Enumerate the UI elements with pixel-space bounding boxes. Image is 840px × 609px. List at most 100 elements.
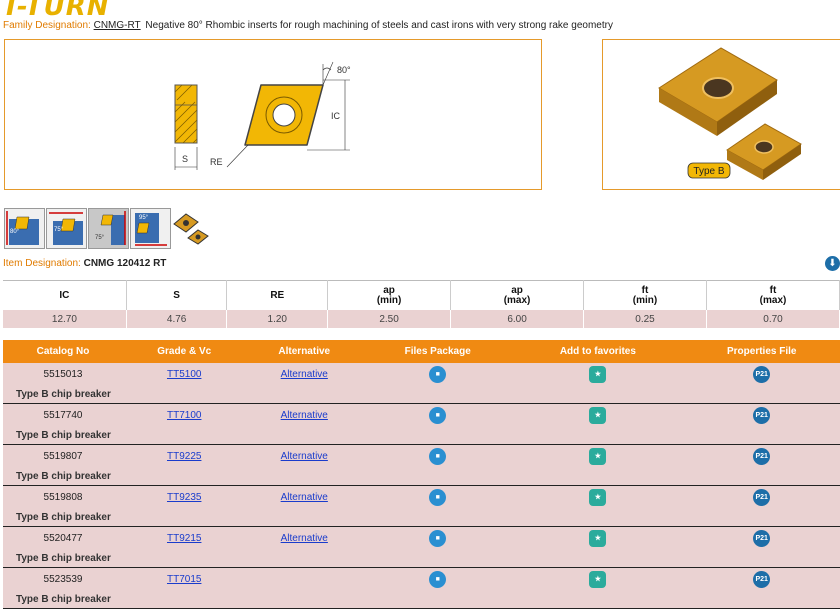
- dim-angle-label: 80°: [337, 65, 351, 75]
- insert-photo: Type B: [658, 47, 802, 180]
- spec-header: ft (min): [583, 280, 707, 310]
- files-package-icon[interactable]: ■: [429, 529, 447, 547]
- family-label: Family Designation:: [3, 20, 91, 31]
- svg-text:75°: 75°: [95, 235, 105, 241]
- spec-value: 4.76: [126, 310, 228, 328]
- add-favorite-star-icon[interactable]: ★: [589, 365, 607, 383]
- col-grade: Grade & Vc: [122, 340, 246, 363]
- chip-breaker-note: Type B chip breaker: [3, 549, 840, 568]
- add-favorite-star-icon[interactable]: ★: [589, 488, 607, 506]
- catalog-no: 5515013: [3, 363, 123, 385]
- holder-thumb-2[interactable]: 75°: [46, 208, 87, 249]
- catalog-no: 5520477: [3, 526, 123, 549]
- add-favorite-star-icon[interactable]: ★: [589, 570, 607, 588]
- holder-thumb-4[interactable]: 95°: [130, 208, 171, 249]
- spec-value: 2.50: [327, 310, 452, 328]
- family-designation: Family Designation: CNMG-RT Negative 80°…: [3, 20, 613, 31]
- type-b-badge: Type B: [693, 166, 724, 177]
- properties-file-p21-icon[interactable]: P21: [753, 447, 771, 465]
- grade-link[interactable]: TT7015: [167, 574, 201, 585]
- grade-link[interactable]: TT9215: [167, 533, 201, 544]
- grade-link[interactable]: TT9225: [167, 451, 201, 462]
- svg-text:75°: 75°: [54, 227, 64, 233]
- spec-header: ft (max): [706, 280, 840, 310]
- files-package-icon[interactable]: ■: [429, 570, 447, 588]
- spec-value: 0.70: [706, 310, 840, 328]
- files-package-icon[interactable]: ■: [429, 447, 447, 465]
- insert-mini-photo[interactable]: [172, 210, 212, 248]
- insert-drawing: S IC 80° RE: [174, 61, 351, 170]
- catalog-row: 5520477 TT9215 Alternative ■ ★ P21: [3, 526, 840, 549]
- col-alternative: Alternative: [245, 340, 364, 363]
- chip-breaker-note: Type B chip breaker: [3, 426, 840, 445]
- col-catalog-no: Catalog No: [3, 340, 123, 363]
- files-package-icon[interactable]: ■: [429, 488, 447, 506]
- dim-s-label: S: [182, 154, 188, 164]
- technical-drawing-panel: S IC 80° RE: [4, 39, 542, 190]
- catalog-row-note: Type B chip breaker: [3, 467, 840, 486]
- top-view: IC 80° RE: [210, 61, 351, 168]
- svg-text:95°: 95°: [139, 215, 149, 221]
- insert-photo-panel: Type B: [602, 39, 840, 190]
- grade-link[interactable]: TT5100: [167, 369, 201, 380]
- chip-breaker-note: Type B chip breaker: [3, 508, 840, 527]
- catalog-row: 5519807 TT9225 Alternative ■ ★ P21: [3, 444, 840, 467]
- catalog-row: 5517740 TT7100 Alternative ■ ★ P21: [3, 403, 840, 426]
- catalog-header-row: Catalog No Grade & Vc Alternative Files …: [3, 340, 840, 363]
- alternative-link[interactable]: Alternative: [281, 451, 328, 462]
- spec-table: IC S RE ap (min) ap (max) ft (min) ft (max) …: [3, 280, 840, 328]
- spec-header: RE: [226, 280, 329, 310]
- item-designation: Item Designation: CNMG 120412 RT: [3, 258, 166, 269]
- catalog-row-note: Type B chip breaker: [3, 549, 840, 568]
- files-package-icon[interactable]: ■: [429, 365, 447, 383]
- catalog-no: 5519807: [3, 444, 123, 467]
- alternative-link[interactable]: Alternative: [281, 492, 328, 503]
- chip-breaker-note: Type B chip breaker: [3, 385, 840, 404]
- properties-file-p21-icon[interactable]: P21: [753, 529, 771, 547]
- catalog-row: 5515013 TT5100 Alternative ■ ★ P21: [3, 363, 840, 385]
- spec-value-row: 12.70 4.76 1.20 2.50 6.00 0.25 0.70: [3, 310, 840, 328]
- holder-thumb-1[interactable]: 80°: [4, 208, 45, 249]
- spec-header: ap (max): [450, 280, 585, 310]
- grade-link[interactable]: TT9235: [167, 492, 201, 503]
- alternative-link[interactable]: Alternative: [281, 369, 328, 380]
- files-package-icon[interactable]: ■: [429, 406, 447, 424]
- catalog-no: 5517740: [3, 403, 123, 426]
- item-label: Item Designation:: [3, 258, 81, 269]
- spec-header-row: IC S RE ap (min) ap (max) ft (min) ft (max): [3, 280, 840, 310]
- add-favorite-star-icon[interactable]: ★: [589, 529, 607, 547]
- properties-file-p21-icon[interactable]: P21: [753, 570, 771, 588]
- properties-file-p21-icon[interactable]: P21: [753, 365, 771, 383]
- spec-header: ap (min): [327, 280, 452, 310]
- col-files-package: Files Package: [363, 340, 513, 363]
- spec-value: 1.20: [226, 310, 329, 328]
- dim-re-label: RE: [210, 157, 223, 167]
- item-value: CNMG 120412 RT: [83, 258, 167, 269]
- alternative-link[interactable]: Alternative: [281, 410, 328, 421]
- spec-header: IC: [3, 280, 127, 310]
- catalog-no: 5523539: [3, 567, 123, 590]
- add-favorite-star-icon[interactable]: ★: [589, 447, 607, 465]
- chip-breaker-note: Type B chip breaker: [3, 467, 840, 486]
- spec-value: 12.70: [3, 310, 127, 328]
- catalog-row: 5523539 TT7015 ■ ★ P21: [3, 567, 840, 590]
- catalog-row-note: Type B chip breaker: [3, 508, 840, 527]
- family-code-link[interactable]: CNMG-RT: [94, 20, 141, 31]
- catalog-row-note: Type B chip breaker: [3, 426, 840, 445]
- spec-value: 6.00: [450, 310, 585, 328]
- dim-ic-label: IC: [331, 111, 341, 121]
- brand-logo: T-TURN: [2, 0, 110, 22]
- spec-value: 0.25: [583, 310, 707, 328]
- col-favorites: Add to favorites: [512, 340, 684, 363]
- holder-thumb-3[interactable]: 75°: [88, 208, 129, 249]
- alternative-link[interactable]: Alternative: [281, 533, 328, 544]
- properties-file-p21-icon[interactable]: P21: [753, 406, 771, 424]
- download-icon[interactable]: ⬇: [825, 256, 840, 271]
- properties-file-p21-icon[interactable]: P21: [753, 488, 771, 506]
- col-properties-file: Properties File: [683, 340, 840, 363]
- add-favorite-star-icon[interactable]: ★: [589, 406, 607, 424]
- grade-link[interactable]: TT7100: [167, 410, 201, 421]
- catalog-table: Catalog No Grade & Vc Alternative Files …: [3, 340, 840, 609]
- family-description: Negative 80° Rhombic inserts for rough m…: [145, 20, 613, 31]
- catalog-no: 5519808: [3, 485, 123, 508]
